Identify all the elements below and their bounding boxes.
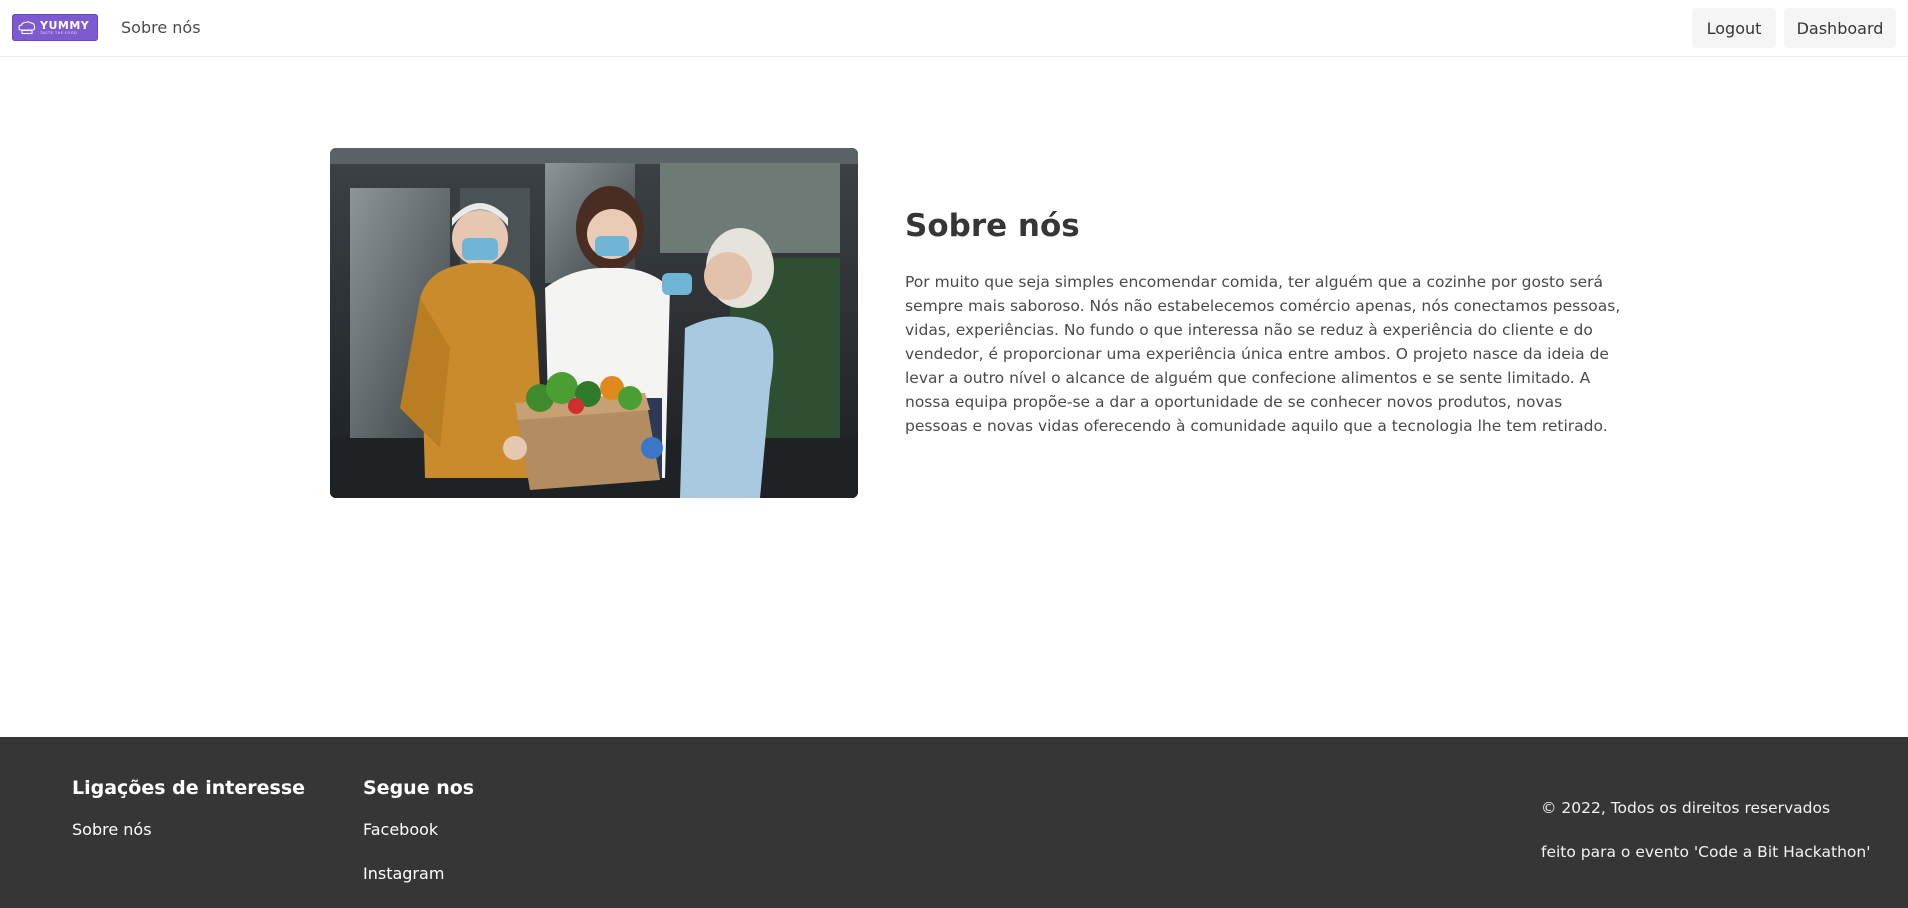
footer-social-title: Segue nos bbox=[363, 777, 475, 799]
copyright-text: © 2022, Todos os direitos reservados bbox=[1541, 799, 1831, 817]
event-credit-text: feito para o evento 'Code a Bit Hackatho… bbox=[1541, 843, 1871, 861]
about-title: Sobre nós bbox=[905, 208, 1080, 244]
logo-title: YUMMY bbox=[40, 18, 90, 32]
footer-links-title: Ligações de interesse bbox=[72, 777, 306, 799]
footer-link-facebook[interactable]: Facebook bbox=[363, 820, 438, 839]
yummy-logo[interactable]: YUMMY TASTE THE FOOD bbox=[12, 14, 98, 41]
logout-button[interactable]: Logout bbox=[1692, 8, 1776, 48]
dashboard-button[interactable]: Dashboard bbox=[1784, 8, 1896, 48]
nav-link-sobre-nos[interactable]: Sobre nós bbox=[121, 18, 201, 37]
chef-hat-icon bbox=[18, 20, 36, 34]
footer-link-sobre-nos[interactable]: Sobre nós bbox=[72, 820, 152, 839]
footer-link-instagram[interactable]: Instagram bbox=[363, 864, 444, 883]
about-description: Por muito que seja simples encomendar co… bbox=[905, 273, 1621, 435]
about-image bbox=[330, 148, 858, 498]
footer: Ligações de interesse Sobre nós Segue no… bbox=[0, 737, 1908, 908]
navbar: YUMMY TASTE THE FOOD Sobre nós Logout Da… bbox=[0, 0, 1908, 57]
logo-subtitle: TASTE THE FOOD bbox=[40, 30, 78, 35]
people-with-food-box-photo bbox=[330, 148, 858, 498]
